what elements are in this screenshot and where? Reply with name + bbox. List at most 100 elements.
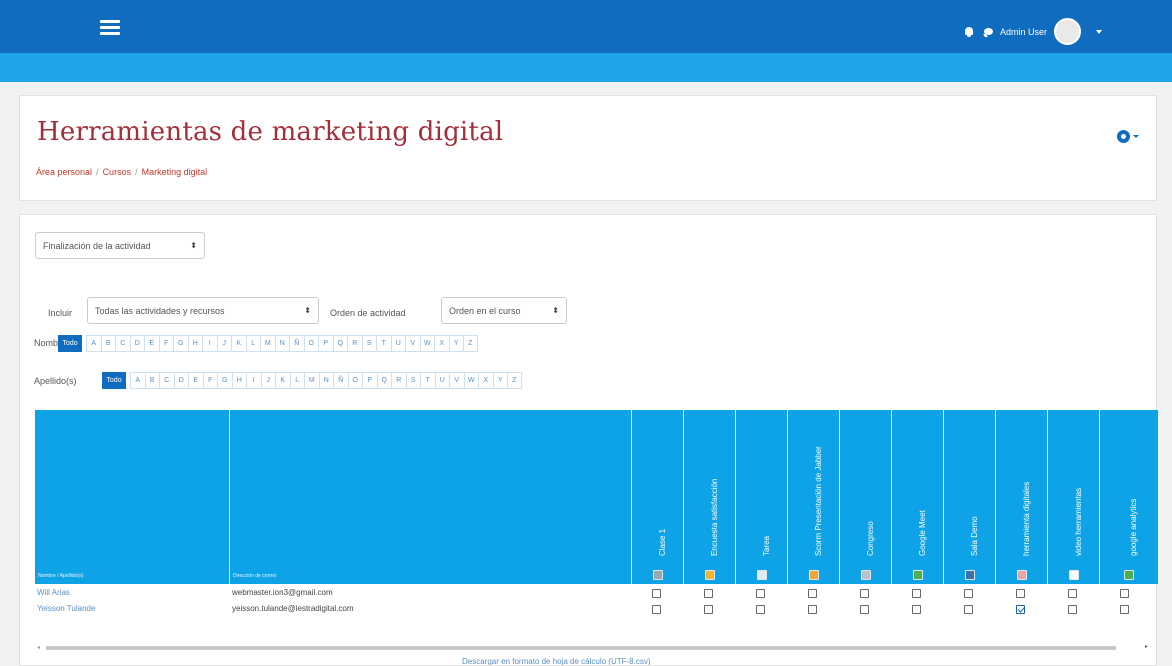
notifications-icon[interactable] <box>964 26 974 37</box>
completion-checkbox[interactable] <box>1120 605 1129 614</box>
completion-checkbox[interactable] <box>1120 589 1129 598</box>
horizontal-scrollbar[interactable]: ◂ ▸ <box>35 642 1158 654</box>
resource-icon[interactable] <box>1016 570 1027 580</box>
firstname-filter-letter[interactable]: K <box>231 335 246 352</box>
report-type-select[interactable]: Finalización de la actividad ⬍ <box>35 232 205 259</box>
activity-column-header[interactable]: Clase 1 <box>631 410 683 584</box>
completion-checkbox[interactable] <box>652 605 661 614</box>
assign-icon[interactable] <box>756 570 767 580</box>
order-select[interactable]: Orden en el curso ⬍ <box>441 297 567 324</box>
lastname-filter-letter[interactable]: D <box>173 372 188 389</box>
firstname-filter-letter[interactable]: G <box>173 335 188 352</box>
feedback-icon[interactable] <box>704 570 715 580</box>
lastname-filter-letter[interactable]: C <box>159 372 174 389</box>
menu-icon[interactable] <box>100 20 120 35</box>
completion-checkbox[interactable] <box>808 589 817 598</box>
firstname-filter-letter[interactable]: Z <box>463 335 478 352</box>
firstname-filter-letter[interactable]: X <box>434 335 449 352</box>
firstname-filter-letter[interactable]: A <box>86 335 101 352</box>
firstname-filter-letter[interactable]: C <box>115 335 130 352</box>
lastname-filter-letter[interactable]: H <box>231 372 246 389</box>
lastname-filter-letter[interactable]: L <box>289 372 304 389</box>
firstname-filter-letter[interactable]: D <box>129 335 144 352</box>
activity-column-header[interactable]: Tarea <box>735 410 787 584</box>
user-name[interactable]: Admin User <box>1000 27 1047 37</box>
completion-checkbox[interactable] <box>756 589 765 598</box>
activity-column-header[interactable]: Congreso <box>839 410 891 584</box>
url-icon[interactable] <box>1124 570 1134 580</box>
lastname-filter-letter[interactable]: A <box>130 372 145 389</box>
scroll-left-icon[interactable]: ◂ <box>37 644 40 651</box>
lastname-filter-letter[interactable]: R <box>391 372 406 389</box>
completion-checkbox[interactable] <box>704 589 713 598</box>
firstname-filter-letter[interactable]: V <box>405 335 420 352</box>
activity-column-header[interactable]: Sala Demo <box>943 410 995 584</box>
lastname-filter-letter[interactable]: U <box>434 372 449 389</box>
lastname-filter-letter[interactable]: E <box>188 372 203 389</box>
lastname-filter-letter[interactable]: Ñ <box>333 372 348 389</box>
user-name-link[interactable]: Yeisson Tulande <box>37 604 95 613</box>
lastname-filter-letter[interactable]: J <box>260 372 275 389</box>
lastname-filter-letter[interactable]: Z <box>507 372 522 389</box>
completion-checkbox[interactable] <box>860 605 869 614</box>
chevron-down-icon[interactable] <box>1096 29 1102 34</box>
lastname-filter-letter[interactable]: K <box>275 372 290 389</box>
course-settings-menu[interactable] <box>1117 130 1139 143</box>
firstname-filter-letter[interactable]: H <box>187 335 202 352</box>
completion-checkbox[interactable] <box>964 589 973 598</box>
completion-checkbox[interactable] <box>704 605 713 614</box>
firstname-filter-letter[interactable]: L <box>245 335 260 352</box>
firstname-filter-letter[interactable]: R <box>347 335 362 352</box>
lastname-filter-letter[interactable]: V <box>449 372 464 389</box>
firstname-filter-letter[interactable]: N <box>274 335 289 352</box>
completion-checkbox[interactable] <box>860 589 869 598</box>
activity-column-header[interactable]: herramienta digitales <box>995 410 1047 584</box>
url-icon[interactable] <box>912 570 923 580</box>
firstname-filter-letter[interactable]: M <box>260 335 275 352</box>
download-csv-link[interactable]: Descargar en formato de hoja de cálculo … <box>462 657 651 665</box>
lastname-filter-letter[interactable]: S <box>405 372 420 389</box>
lastname-filter-letter[interactable]: X <box>478 372 493 389</box>
completion-checkbox[interactable] <box>756 605 765 614</box>
lastname-filter-letter[interactable]: T <box>420 372 435 389</box>
lastname-filter-letter[interactable]: W <box>463 372 478 389</box>
scrollbar-thumb[interactable] <box>46 646 1116 650</box>
gear-icon[interactable] <box>1117 130 1130 143</box>
firstname-filter-letter[interactable]: T <box>376 335 391 352</box>
column-header-email[interactable]: Dirección de correo <box>229 410 631 584</box>
completion-checkbox[interactable] <box>1068 605 1077 614</box>
activity-column-header[interactable]: Scorm Presentación de Jabber <box>787 410 839 584</box>
scroll-right-icon[interactable]: ▸ <box>1145 643 1148 650</box>
firstname-filter-letter[interactable]: J <box>216 335 231 352</box>
completion-checkbox[interactable] <box>1068 589 1077 598</box>
activity-column-header[interactable]: Google Meet <box>891 410 943 584</box>
completion-checkbox[interactable] <box>964 605 973 614</box>
firstname-filter-letter[interactable]: Y <box>448 335 463 352</box>
completion-checkbox[interactable] <box>808 605 817 614</box>
firstname-filter-letter[interactable]: P <box>318 335 333 352</box>
lastname-filter-letter[interactable]: G <box>217 372 232 389</box>
messages-icon[interactable] <box>983 28 993 35</box>
firstname-filter-letter[interactable]: E <box>144 335 159 352</box>
firstname-filter-letter[interactable]: Q <box>332 335 347 352</box>
video-icon[interactable] <box>1068 570 1079 580</box>
firstname-filter-letter[interactable]: U <box>390 335 405 352</box>
user-name-link[interactable]: Will Arias <box>37 588 70 597</box>
firstname-filter-letter[interactable]: B <box>100 335 115 352</box>
activity-column-header[interactable]: video herramientas <box>1047 410 1099 584</box>
lastname-filter-letter[interactable]: O <box>347 372 362 389</box>
lastname-filter-letter[interactable]: Q <box>376 372 391 389</box>
completion-checkbox[interactable] <box>652 589 661 598</box>
breadcrumb-item[interactable]: Marketing digital <box>142 167 208 177</box>
column-header-name[interactable]: Nombre / Apellido(s) <box>35 410 229 584</box>
chevron-down-icon[interactable] <box>1133 135 1139 138</box>
completion-checkbox[interactable] <box>1016 589 1025 598</box>
firstname-filter-letter[interactable]: F <box>158 335 173 352</box>
completion-checkbox-checked[interactable] <box>1016 605 1025 614</box>
avatar[interactable] <box>1054 18 1081 45</box>
breadcrumb-item[interactable]: Cursos <box>103 167 132 177</box>
page-icon[interactable] <box>652 570 663 580</box>
lastname-filter-letter[interactable]: Y <box>492 372 507 389</box>
lastname-filter-letter[interactable]: P <box>362 372 377 389</box>
lastname-filter-letter[interactable]: F <box>202 372 217 389</box>
